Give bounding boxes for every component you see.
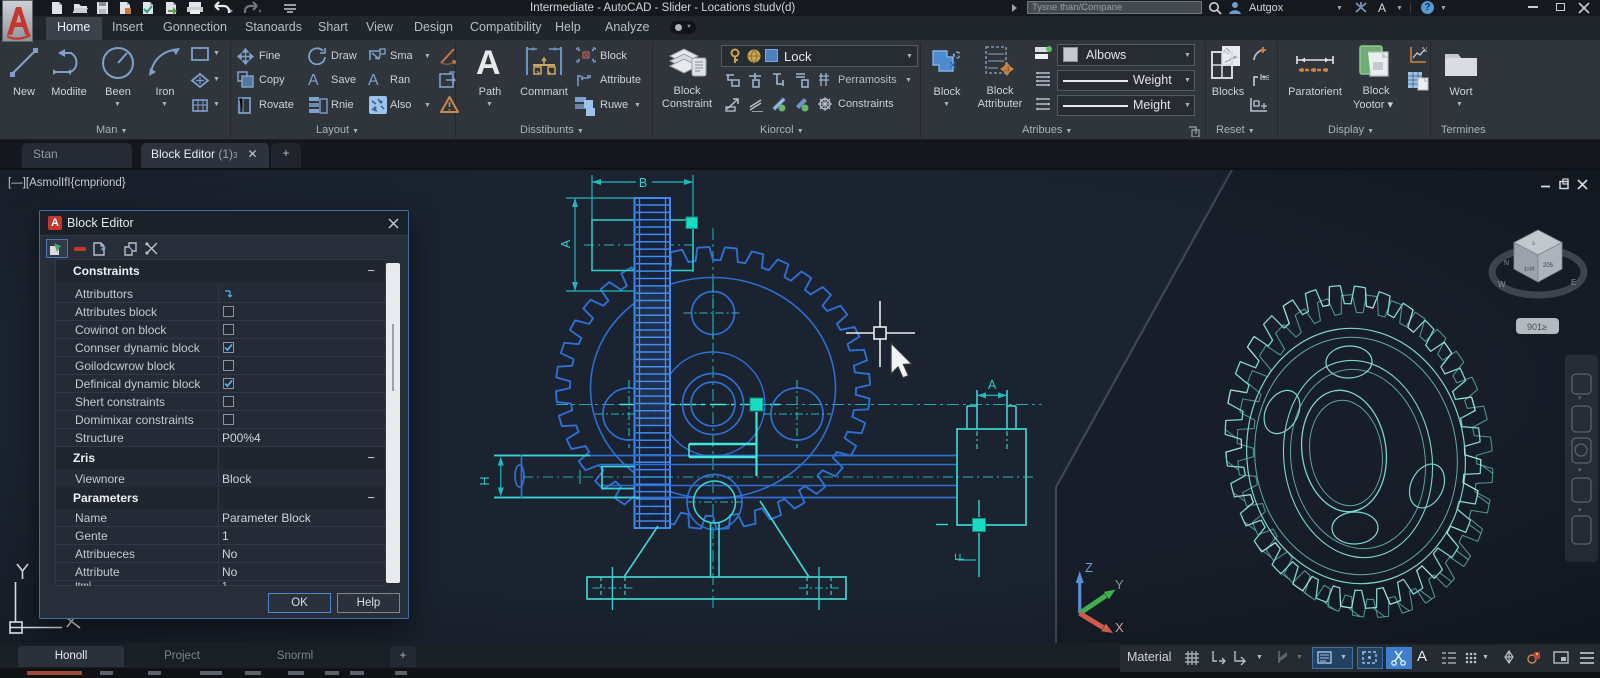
svg-text:▾: ▾	[1578, 507, 1582, 514]
svg-text:N: N	[1504, 260, 1509, 267]
svg-text:E: E	[1571, 278, 1576, 287]
svg-text:▾: ▾	[1578, 467, 1582, 474]
svg-text:1rot: 1rot	[1524, 266, 1535, 273]
svg-text:▾: ▾	[1578, 395, 1582, 402]
svg-text:Z: Z	[1085, 560, 1093, 575]
svg-text:205: 205	[1543, 263, 1554, 269]
svg-text:W: W	[1498, 280, 1506, 289]
svg-text:A: A	[988, 378, 997, 392]
svg-text:H: H	[478, 476, 492, 485]
svg-text:B: B	[639, 176, 647, 190]
svg-text:s: s	[1532, 241, 1535, 247]
svg-text:F: F	[953, 553, 967, 561]
svg-text:18: 18	[1262, 75, 1269, 82]
svg-text:X: X	[1115, 620, 1124, 635]
svg-text:Y: Y	[1115, 577, 1124, 592]
svg-text:901≥: 901≥	[1527, 322, 1547, 332]
svg-text:A: A	[559, 239, 573, 248]
